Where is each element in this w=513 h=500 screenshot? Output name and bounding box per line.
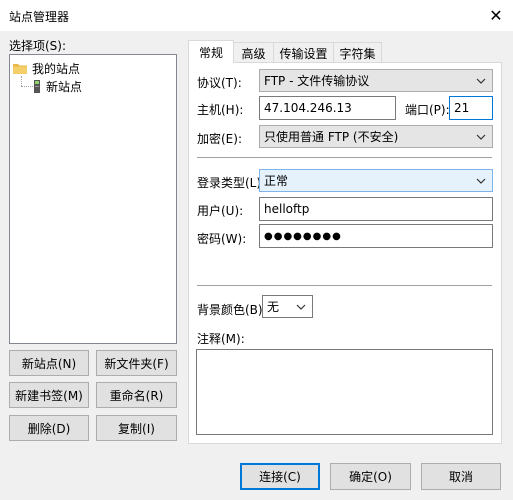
- password-input[interactable]: ●●●●●●●●: [259, 224, 493, 248]
- logon-type-select[interactable]: 正常: [259, 169, 493, 192]
- tree-item-label: 我的站点: [32, 62, 81, 76]
- new-bookmark-button[interactable]: 新建书签(M): [9, 382, 89, 408]
- notes-label: 注释(M):: [197, 332, 245, 346]
- tree-connector: [21, 76, 22, 86]
- window-title: 站点管理器: [9, 10, 70, 24]
- port-label: 端口(P):: [405, 103, 450, 117]
- tree-connector: [21, 86, 33, 87]
- site-tree[interactable]: 我的站点 新站点: [9, 54, 177, 344]
- host-input[interactable]: 47.104.246.13: [259, 96, 396, 120]
- site-manager-dialog: 站点管理器 ✕ 选择项(S): 我的站点 新站点 新站点(N) 新文件夹(F) …: [0, 0, 513, 500]
- copy-button[interactable]: 复制(I): [96, 415, 177, 441]
- user-value: helloftp: [264, 202, 310, 216]
- encryption-value: 只使用普通 FTP (不安全): [264, 130, 399, 144]
- tab-charset[interactable]: 字符集: [333, 42, 382, 63]
- chevron-down-icon: [476, 134, 486, 140]
- separator: [197, 157, 492, 158]
- select-entry-label: 选择项(S):: [9, 39, 67, 53]
- host-label: 主机(H):: [197, 103, 244, 117]
- rename-button[interactable]: 重命名(R): [96, 382, 177, 408]
- chevron-down-icon: [476, 78, 486, 84]
- cancel-button[interactable]: 取消: [421, 463, 501, 490]
- password-label: 密码(W):: [197, 232, 247, 246]
- bg-color-select[interactable]: 无: [262, 295, 313, 318]
- separator: [197, 285, 492, 286]
- tree-item-my-sites[interactable]: 我的站点: [13, 60, 80, 77]
- connect-button[interactable]: 连接(C): [240, 463, 320, 490]
- notes-textarea[interactable]: [196, 349, 493, 435]
- bg-color-label: 背景颜色(B): [197, 303, 263, 317]
- new-folder-button[interactable]: 新文件夹(F): [96, 350, 177, 376]
- port-value: 21: [454, 101, 470, 115]
- delete-button[interactable]: 删除(D): [9, 415, 89, 441]
- ok-button[interactable]: 确定(O): [330, 463, 411, 490]
- host-value: 47.104.246.13: [264, 101, 352, 115]
- folder-icon: [13, 64, 27, 74]
- new-site-button[interactable]: 新站点(N): [9, 350, 89, 376]
- encryption-label: 加密(E):: [197, 132, 242, 146]
- title-bar: 站点管理器 ✕: [0, 0, 513, 31]
- password-value: ●●●●●●●●: [264, 230, 342, 242]
- user-label: 用户(U):: [197, 204, 244, 218]
- server-icon: [34, 80, 40, 93]
- port-input[interactable]: 21: [449, 96, 493, 120]
- tab-advanced[interactable]: 高级: [233, 42, 274, 63]
- tab-transfer-settings[interactable]: 传输设置: [273, 42, 334, 63]
- logon-type-label: 登录类型(L):: [197, 176, 266, 190]
- bg-color-value: 无: [267, 300, 280, 314]
- protocol-select[interactable]: FTP - 文件传输协议: [259, 69, 493, 92]
- chevron-down-icon: [476, 178, 486, 184]
- tab-general[interactable]: 常规: [188, 40, 234, 63]
- tree-item-label: 新站点: [46, 80, 83, 94]
- tree-item-new-site[interactable]: 新站点: [34, 78, 82, 95]
- chevron-down-icon: [296, 304, 306, 310]
- protocol-label: 协议(T):: [197, 76, 242, 90]
- close-icon[interactable]: ✕: [479, 0, 513, 31]
- protocol-value: FTP - 文件传输协议: [264, 74, 370, 88]
- user-input[interactable]: helloftp: [259, 197, 493, 221]
- encryption-select[interactable]: 只使用普通 FTP (不安全): [259, 125, 493, 148]
- logon-type-value: 正常: [264, 174, 289, 188]
